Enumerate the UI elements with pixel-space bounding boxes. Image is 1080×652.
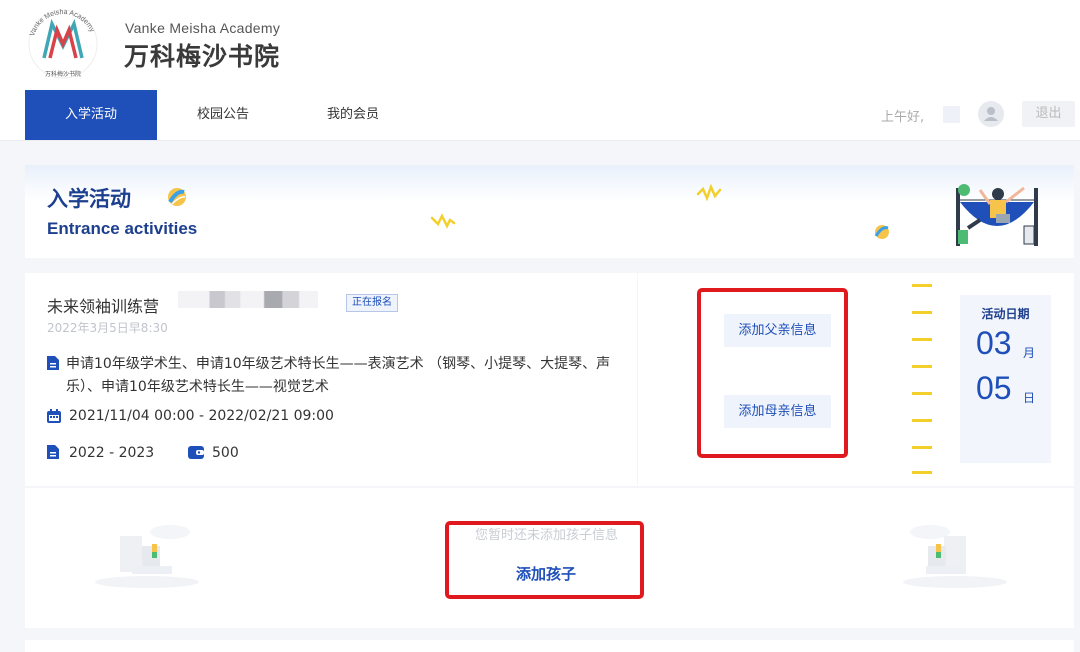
status-badge: 正在报名 <box>346 294 398 312</box>
user-icon[interactable] <box>978 101 1004 127</box>
username-redacted <box>943 106 960 123</box>
school-year: 2022 - 2023 <box>69 445 155 461</box>
ball-icon <box>168 188 186 206</box>
calendar-icon <box>47 409 61 423</box>
activity-price: 500 <box>212 445 239 461</box>
section-subtitle: Entrance activities <box>47 219 198 238</box>
logout-button[interactable]: 退出 <box>1022 101 1075 127</box>
redacted-text <box>178 291 318 308</box>
highlight-annotation-box <box>445 521 644 599</box>
tab-entrance-activities[interactable]: 入学活动 <box>25 90 157 140</box>
brand-name-en: Vanke Meisha Academy <box>125 20 281 36</box>
ball-icon <box>874 225 889 239</box>
activity-description: 申请10年级学术生、申请10年级艺术特长生——表演艺术 （钢琴、小提琴、大提琴、… <box>66 356 611 395</box>
next-card-edge <box>25 640 1074 652</box>
empty-state-illustration-icon <box>95 525 199 588</box>
brand-name-zh: 万科梅沙书院 <box>124 42 281 71</box>
section-banner <box>25 165 1074 258</box>
highlight-annotation-box <box>697 288 848 458</box>
hammock-illustration-icon <box>956 184 1038 246</box>
activity-day: 05 <box>976 370 1012 406</box>
activity-title: 未来领袖训练营 <box>47 297 160 316</box>
tab-campus-notice[interactable]: 校园公告 <box>170 90 276 140</box>
month-unit: 月 <box>1023 346 1036 360</box>
greeting-text: 上午好, <box>881 110 925 125</box>
activity-date-label: 活动日期 <box>981 307 1030 321</box>
zigzag-decoration-icon <box>696 184 722 202</box>
tab-my-membership[interactable]: 我的会员 <box>300 90 406 140</box>
timeline-ticks <box>912 284 932 474</box>
empty-state-illustration-icon <box>903 525 1007 588</box>
document-icon <box>47 445 59 459</box>
registration-date-range: 2021/11/04 00:00 - 2022/02/21 09:00 <box>69 408 334 424</box>
document-icon <box>47 356 59 370</box>
academy-seal-logo: Vanke Meisha Academy 万科梅沙书院 <box>28 9 98 79</box>
day-unit: 日 <box>1023 391 1036 405</box>
header-divider <box>0 140 1080 141</box>
wallet-icon <box>188 446 204 459</box>
activity-time: 2022年3月5日早8:30 <box>47 321 168 335</box>
section-title: 入学活动 <box>47 187 131 211</box>
svg-text:Vanke Meisha Academy: Vanke Meisha Academy <box>29 9 95 37</box>
zigzag-decoration-icon <box>430 213 456 229</box>
svg-text:万科梅沙书院: 万科梅沙书院 <box>45 70 81 78</box>
activity-month: 03 <box>976 325 1012 361</box>
